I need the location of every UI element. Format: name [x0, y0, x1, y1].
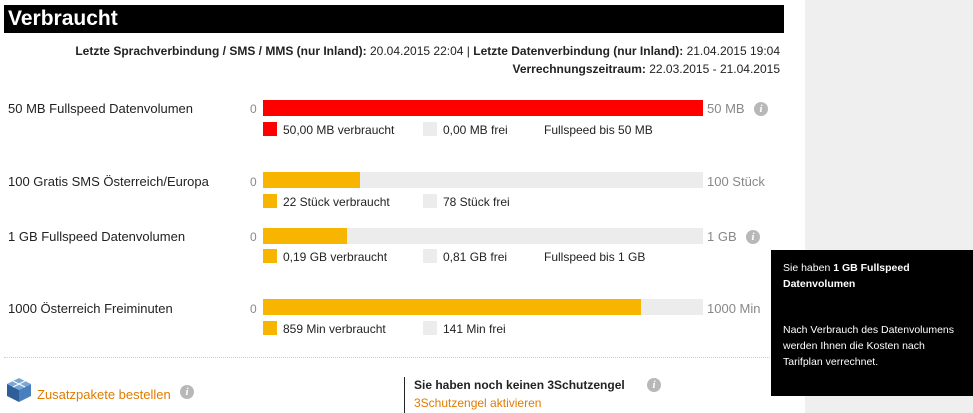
meta-separator: |	[466, 44, 470, 58]
usage-row-label: 100 Gratis SMS Österreich/Europa	[8, 174, 209, 189]
billing-period-label: Verrechnungszeitraum:	[512, 62, 646, 76]
addon-packages-link[interactable]: Zusatzpakete bestellen	[37, 387, 171, 402]
usage-zero-label: 0	[250, 302, 257, 316]
free-amount: 0,81 GB frei	[443, 250, 508, 264]
free-legend-swatch	[423, 122, 437, 136]
used-amount: 0,19 GB verbraucht	[283, 250, 388, 264]
used-amount: 50,00 MB verbraucht	[283, 123, 395, 137]
usage-zero-label: 0	[250, 175, 257, 189]
usage-bar-fill	[263, 100, 703, 116]
free-legend-swatch	[423, 321, 437, 335]
last-voice-label: Letzte Sprachverbindung / SMS / MMS (nur…	[75, 44, 367, 58]
usage-max-label: 1 GB	[707, 229, 737, 244]
last-voice-value: 20.04.2015 22:04	[370, 44, 464, 58]
usage-row-label: 50 MB Fullspeed Datenvolumen	[8, 101, 193, 116]
usage-max-label: 50 MB	[707, 101, 745, 116]
package-cube-icon	[7, 378, 31, 402]
used-amount: 859 Min verbraucht	[283, 322, 386, 336]
footer-vertical-separator	[404, 377, 405, 413]
free-amount: 0,00 MB frei	[443, 123, 508, 137]
activate-protection-link[interactable]: 3Schutzengel aktivieren	[414, 396, 541, 410]
usage-bar-track	[263, 172, 703, 188]
usage-max-label: 1000 Min	[707, 301, 761, 316]
billing-period: Verrechnungszeitraum: 22.03.2015 - 21.04…	[513, 62, 781, 76]
tooltip-heading: Sie haben 1 GB Fullspeed Datenvolumen	[783, 260, 961, 292]
usage-bar-fill	[263, 299, 641, 315]
tooltip-body: Nach Verbrauch des Datenvolumens werden …	[783, 324, 955, 368]
last-connection-info: Letzte Sprachverbindung / SMS / MMS (nur…	[75, 44, 780, 58]
section-divider	[4, 357, 784, 358]
used-amount: 22 Stück verbraucht	[283, 195, 390, 209]
usage-row-label: 1 GB Fullspeed Datenvolumen	[8, 229, 186, 244]
free-amount: 141 Min frei	[443, 322, 506, 336]
usage-bar-track	[263, 228, 703, 244]
used-legend-swatch	[263, 321, 277, 335]
usage-max-label: 100 Stück	[707, 174, 765, 189]
info-icon[interactable]: i	[180, 385, 194, 399]
usage-bar-track	[263, 299, 703, 315]
usage-zero-label: 0	[250, 230, 257, 244]
info-icon[interactable]: i	[754, 102, 768, 116]
usage-bar-track	[263, 100, 703, 116]
usage-bar-fill	[263, 172, 360, 188]
billing-period-value: 22.03.2015 - 21.04.2015	[649, 62, 780, 76]
last-data-label: Letzte Datenverbindung (nur Inland):	[473, 44, 684, 58]
protection-status-title: Sie haben noch keinen 3Schutzengel	[414, 378, 625, 392]
usage-zero-label: 0	[250, 102, 257, 116]
usage-bar-fill	[263, 228, 347, 244]
used-legend-swatch	[263, 194, 277, 208]
section-header: Verbraucht	[4, 5, 784, 33]
free-legend-swatch	[423, 194, 437, 208]
used-legend-swatch	[263, 122, 277, 136]
last-data-value: 21.04.2015 19:04	[686, 44, 780, 58]
info-icon[interactable]: i	[647, 378, 661, 392]
info-tooltip: Sie haben 1 GB Fullspeed Datenvolumen Na…	[771, 250, 973, 396]
fullspeed-note: Fullspeed bis 50 MB	[544, 123, 653, 137]
tooltip-heading-prefix: Sie haben	[783, 262, 834, 274]
free-legend-swatch	[423, 249, 437, 263]
info-icon[interactable]: i	[746, 230, 760, 244]
free-amount: 78 Stück frei	[443, 195, 510, 209]
fullspeed-note: Fullspeed bis 1 GB	[544, 250, 646, 264]
used-legend-swatch	[263, 249, 277, 263]
usage-row-label: 1000 Österreich Freiminuten	[8, 301, 173, 316]
